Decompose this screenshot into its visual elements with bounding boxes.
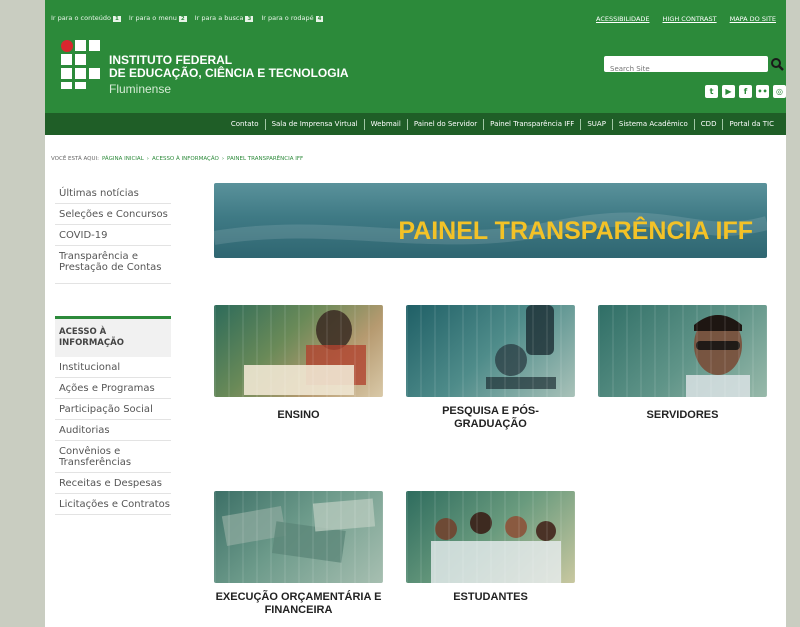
social-links: t ▶ f •• ◎: [705, 85, 786, 98]
accessibility-link[interactable]: ACESSIBILIDADE: [596, 15, 650, 23]
card-pesquisa-image: [406, 305, 575, 397]
search-input[interactable]: [604, 61, 740, 77]
if-logo[interactable]: [61, 40, 101, 90]
high-contrast-link[interactable]: HIGH CONTRAST: [663, 15, 717, 23]
nav-sala-imprensa[interactable]: Sala de Imprensa Virtual: [266, 120, 364, 128]
sidebar-item-selecoes[interactable]: Seleções e Concursos: [55, 204, 171, 225]
sidebar: Últimas notícias Seleções e Concursos CO…: [55, 183, 171, 515]
card-pesquisa-label: PESQUISA E PÓS-GRADUAÇÃO: [442, 405, 539, 430]
card-estudantes[interactable]: ESTUDANTES: [406, 491, 575, 604]
logo-red-circle: [61, 40, 73, 52]
nav-contato[interactable]: Contato: [225, 120, 265, 128]
banner-title: PAINEL TRANSPARÊNCIA IFF: [398, 217, 753, 245]
sidebar-item-acoes[interactable]: Ações e Programas: [55, 378, 171, 399]
skip-link-footer[interactable]: Ir para o rodapé 4: [261, 14, 324, 22]
card-servidores[interactable]: SERVIDORES: [598, 305, 767, 422]
page: Ir para o conteúdo 1 Ir para o menu 2 Ir p…: [45, 0, 786, 627]
card-ensino[interactable]: ENSINO: [214, 305, 383, 422]
main-nav: Contato Sala de Imprensa Virtual Webmail…: [45, 113, 786, 135]
skip-link-menu[interactable]: Ir para o menu 2: [129, 14, 187, 22]
nav-sistema-academico[interactable]: Sistema Acadêmico: [613, 120, 694, 128]
transparency-banner: PAINEL TRANSPARÊNCIA IFF: [214, 183, 767, 258]
search-icon[interactable]: [770, 57, 784, 71]
card-pesquisa[interactable]: PESQUISA E PÓS-GRADUAÇÃO: [406, 305, 575, 431]
nav-webmail[interactable]: Webmail: [365, 120, 407, 128]
sidebar-item-convenios[interactable]: Convênios e Transferências: [55, 441, 171, 473]
card-estudantes-label: ESTUDANTES: [453, 591, 528, 603]
nav-painel-servidor[interactable]: Painel do Servidor: [408, 120, 483, 128]
youtube-icon[interactable]: ▶: [722, 85, 735, 98]
sidebar-heading-acesso: ACESSO À INFORMAÇÃO: [55, 316, 171, 357]
card-execucao-orcamentaria[interactable]: EXECUÇÃO ORÇAMENTÁRIA E FINANCEIRA: [214, 491, 383, 617]
card-servidores-image: [598, 305, 767, 397]
skip-links: Ir para o conteúdo 1 Ir para o menu 2 Ir p…: [51, 14, 324, 22]
campus-name: Fluminense: [109, 82, 172, 96]
breadcrumb-current: PAINEL TRANSPARÊNCIA IFF: [227, 156, 304, 162]
breadcrumb: VOCÊ ESTÁ AQUI: PÁGINA INICIAL › ACESSO …: [51, 156, 304, 162]
sidebar-item-licitacoes[interactable]: Licitações e Contratos: [55, 494, 171, 515]
breadcrumb-home[interactable]: PÁGINA INICIAL: [102, 156, 144, 162]
breadcrumb-label: VOCÊ ESTÁ AQUI:: [51, 156, 99, 162]
twitter-icon[interactable]: t: [705, 85, 718, 98]
sidebar-item-auditorias[interactable]: Auditorias: [55, 420, 171, 441]
skip-link-search[interactable]: Ir para a busca 3: [195, 14, 254, 22]
card-ensino-image: [214, 305, 383, 397]
sidebar-item-covid[interactable]: COVID-19: [55, 225, 171, 246]
card-ensino-label: ENSINO: [277, 409, 320, 421]
sidebar-item-receitas[interactable]: Receitas e Despesas: [55, 473, 171, 494]
nav-painel-transparencia[interactable]: Painel Transparência IFF: [484, 120, 580, 128]
card-execucao-label: EXECUÇÃO ORÇAMENTÁRIA E FINANCEIRA: [215, 591, 382, 616]
skip-link-content[interactable]: Ir para o conteúdo 1: [51, 14, 121, 22]
top-links: ACESSIBILIDADE HIGH CONTRAST MAPA DO SIT…: [596, 15, 776, 23]
search-box: [604, 56, 784, 77]
sidebar-item-institucional[interactable]: Institucional: [55, 357, 171, 378]
flickr-icon[interactable]: ••: [756, 85, 769, 98]
facebook-icon[interactable]: f: [739, 85, 752, 98]
sidebar-item-participacao[interactable]: Participação Social: [55, 399, 171, 420]
sidebar-item-transparencia[interactable]: Transparência e Prestação de Contas: [55, 246, 171, 284]
sitemap-link[interactable]: MAPA DO SITE: [730, 15, 776, 23]
card-execucao-image: [214, 491, 383, 583]
card-servidores-label: SERVIDORES: [646, 409, 719, 421]
site-header: Ir para o conteúdo 1 Ir para o menu 2 Ir p…: [45, 0, 786, 113]
card-estudantes-image: [406, 491, 575, 583]
nav-portal-tic[interactable]: Portal da TIC: [723, 120, 780, 128]
nav-cdd[interactable]: CDD: [695, 120, 723, 128]
instagram-icon[interactable]: ◎: [773, 85, 786, 98]
sidebar-item-ultimas-noticias[interactable]: Últimas notícias: [55, 183, 171, 204]
breadcrumb-acesso[interactable]: ACESSO À INFORMAÇÃO: [152, 156, 219, 162]
institution-name[interactable]: INSTITUTO FEDERAL DE EDUCAÇÃO, CIÊNCIA E…: [109, 54, 349, 80]
nav-suap[interactable]: SUAP: [581, 120, 612, 128]
